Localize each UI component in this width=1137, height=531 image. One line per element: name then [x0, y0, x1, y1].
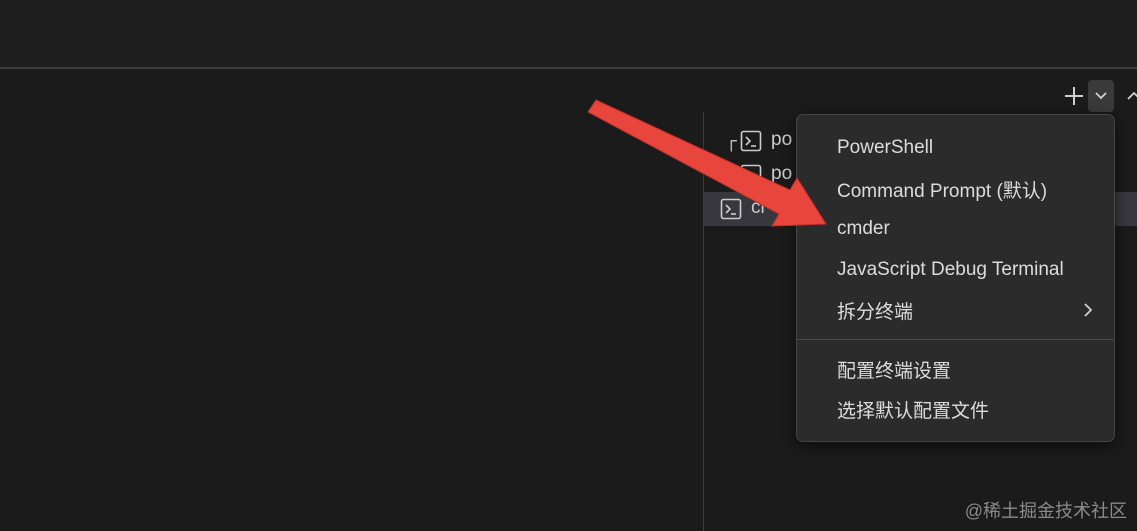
chevron-down-icon	[1095, 92, 1107, 100]
menu-item-powershell[interactable]: PowerShell	[797, 129, 1114, 167]
terminal-icon	[740, 164, 762, 186]
plus-icon	[1065, 87, 1083, 105]
vscode-window: ┌ po po cl PowerShell Command Prompt (默认…	[0, 0, 1137, 531]
terminal-output[interactable]	[0, 69, 703, 531]
terminal-icon	[740, 130, 762, 152]
menu-item-label: 选择默认配置文件	[837, 400, 990, 422]
menu-item-label: cmder	[837, 218, 890, 239]
menu-item-select-default-profile[interactable]: 选择默认配置文件	[797, 390, 1114, 428]
chevron-right-icon	[1084, 303, 1093, 317]
menu-item-label: JavaScript Debug Terminal	[837, 259, 1064, 280]
maximize-panel-button[interactable]	[1124, 82, 1137, 110]
menu-item-label: 配置终端设置	[837, 360, 952, 382]
menu-item-label: 拆分终端	[837, 301, 914, 323]
tree-connector-glyph: ┌	[726, 130, 737, 152]
new-terminal-button[interactable]	[1060, 80, 1088, 112]
menu-separator	[797, 339, 1114, 340]
menu-item-command-prompt[interactable]: Command Prompt (默认)	[797, 170, 1114, 208]
menu-item-split-terminal[interactable]: 拆分终端	[797, 291, 1114, 329]
terminal-profiles-menu: PowerShell Command Prompt (默认) cmder Jav…	[796, 114, 1115, 442]
terminal-profiles-dropdown-button[interactable]	[1088, 80, 1114, 112]
terminal-tab-label: po	[771, 129, 793, 150]
editor-area	[0, 0, 1137, 68]
menu-item-label: PowerShell	[837, 137, 934, 158]
chevron-up-icon	[1127, 91, 1137, 100]
terminal-tab-label: cl	[751, 197, 765, 218]
terminal-icon	[720, 198, 742, 220]
menu-item-configure-terminal-settings[interactable]: 配置终端设置	[797, 350, 1114, 388]
watermark: @稀土掘金技术社区	[964, 501, 1127, 521]
menu-item-label: Command Prompt (默认)	[837, 180, 1048, 202]
terminal-tab-label: po	[771, 163, 793, 184]
menu-item-javascript-debug-terminal[interactable]: JavaScript Debug Terminal	[797, 251, 1114, 289]
menu-item-cmder[interactable]: cmder	[797, 210, 1114, 248]
